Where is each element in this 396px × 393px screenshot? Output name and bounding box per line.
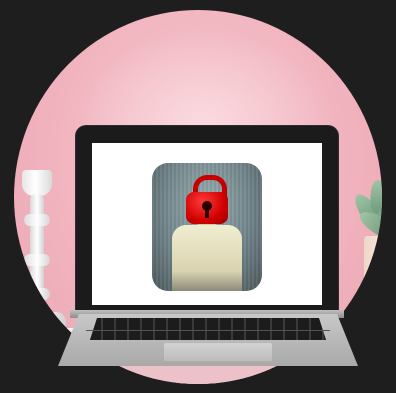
plant-pot [364, 236, 382, 300]
photo-frame [0, 0, 396, 393]
candle-knob [24, 254, 50, 266]
candle-holder [18, 170, 66, 340]
lock-keyhole-slot [205, 208, 209, 218]
candle-cup [22, 170, 52, 196]
desk-front [14, 366, 382, 384]
locked-user-app-icon [152, 163, 262, 291]
keyboard-row-divider [86, 330, 330, 331]
laptop-trackpad [164, 343, 272, 361]
candle-knob [24, 288, 50, 300]
potted-plant [349, 178, 382, 300]
candle-knob [24, 214, 50, 226]
candle-base [18, 312, 66, 330]
user-silhouette-icon [172, 225, 242, 291]
laptop-keyboard [90, 318, 326, 340]
